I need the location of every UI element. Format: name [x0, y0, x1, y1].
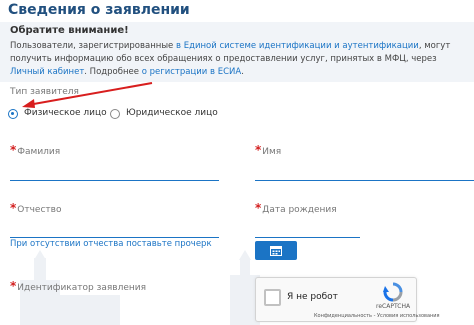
patronymic-label: *Отчество — [10, 201, 61, 215]
patronymic-label-text: Отчество — [17, 205, 62, 215]
recaptcha-brand: reCAPTCHA — [376, 303, 411, 310]
notice-title: Обратите внимание! — [10, 25, 129, 36]
arrow-shaft — [27, 82, 153, 106]
radio-individual-button[interactable] — [8, 109, 18, 119]
required-mark: * — [10, 201, 17, 215]
name-label: *Имя — [255, 143, 281, 157]
recaptcha-label: Я не робот — [287, 292, 338, 302]
recaptcha-logo-icon — [383, 282, 403, 302]
personal-cabinet-link[interactable]: Личный кабинет — [10, 67, 84, 77]
surname-label: *Фамилия — [10, 143, 60, 157]
required-mark: * — [10, 143, 17, 157]
surname-input[interactable] — [10, 160, 219, 180]
birth-date-input[interactable] — [255, 217, 360, 237]
required-mark: * — [255, 143, 262, 157]
surname-label-text: Фамилия — [17, 147, 61, 157]
application-id-input[interactable] — [10, 295, 219, 315]
no-patronymic-hint: При отсутствии отчества поставьте прочер… — [10, 239, 212, 249]
esia-link[interactable]: в Единой системе идентификации и аутенти… — [176, 41, 419, 51]
name-underline — [255, 180, 474, 181]
required-mark: * — [10, 279, 17, 293]
name-label-text: Имя — [262, 147, 282, 157]
page-title: Сведения о заявлении — [8, 2, 190, 18]
birth-date-label: *Дата рождения — [255, 201, 337, 215]
notice-text-part: Пользователи, зарегистрированные — [10, 41, 176, 51]
calendar-button[interactable] — [255, 241, 297, 260]
patronymic-underline — [10, 237, 219, 238]
radio-legal-entity-button[interactable] — [110, 109, 120, 119]
esia-registration-link[interactable]: о регистрации в ЕСИА — [142, 67, 241, 77]
surname-underline — [10, 180, 219, 181]
notice-text-part: . — [241, 67, 244, 77]
name-input[interactable] — [255, 160, 474, 180]
birth-date-label-text: Дата рождения — [262, 205, 337, 215]
recaptcha-widget: Я не робот reCAPTCHA Конфиденциальность … — [255, 277, 440, 322]
calendar-icon — [270, 246, 282, 256]
application-id-label-text: Идентификатор заявления — [17, 283, 147, 293]
recaptcha-links[interactable]: Конфиденциальность - Условия использован… — [314, 313, 440, 319]
patronymic-input[interactable] — [10, 217, 219, 237]
arrow-head — [22, 99, 35, 108]
birth-date-underline — [255, 237, 360, 238]
required-mark: * — [255, 201, 262, 215]
recaptcha-checkbox[interactable] — [264, 289, 281, 306]
arrow-annotation — [22, 82, 153, 108]
notice-text-part: . Подробнее — [84, 67, 142, 77]
notice-text: Пользователи, зарегистрированные в Едино… — [10, 40, 470, 79]
application-id-label: *Идентификатор заявления — [10, 279, 146, 293]
